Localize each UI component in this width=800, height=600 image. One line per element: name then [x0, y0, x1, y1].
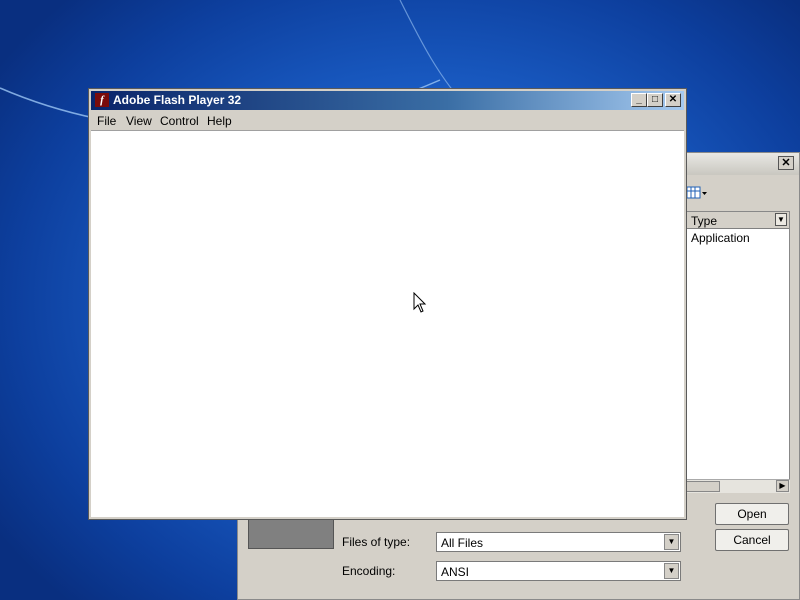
chevron-down-icon[interactable]: ▼: [664, 534, 679, 550]
flash-titlebar[interactable]: f Adobe Flash Player 32 _ □ ✕: [91, 91, 684, 110]
horizontal-scrollbar[interactable]: ▶: [686, 479, 790, 493]
chevron-down-icon[interactable]: ▼: [664, 563, 679, 579]
window-title: Adobe Flash Player 32: [113, 93, 242, 107]
chevron-down-icon[interactable]: ▼: [775, 213, 787, 226]
preview-area: [248, 519, 334, 549]
cancel-button[interactable]: Cancel: [715, 529, 789, 551]
menu-bar: File View Control Help: [91, 111, 684, 130]
file-list[interactable]: Type ▼ Application: [686, 211, 790, 493]
maximize-button[interactable]: □: [647, 93, 663, 107]
files-of-type-select[interactable]: All Files ▼: [436, 532, 681, 552]
dialog-close-button[interactable]: ✕: [778, 156, 794, 170]
views-menu-icon[interactable]: [686, 185, 708, 201]
menu-control[interactable]: Control: [160, 114, 199, 128]
flash-logo-icon: f: [95, 93, 109, 107]
files-of-type-value: All Files: [441, 536, 484, 550]
column-header-type[interactable]: Type ▼: [687, 212, 789, 229]
menu-help[interactable]: Help: [207, 114, 232, 128]
open-button[interactable]: Open: [715, 503, 789, 525]
column-header-label: Type: [691, 214, 718, 228]
minimize-button[interactable]: _: [631, 93, 647, 107]
list-item[interactable]: Application: [691, 231, 750, 245]
scrollbar-thumb[interactable]: [686, 481, 720, 492]
encoding-select[interactable]: ANSI ▼: [436, 561, 681, 581]
menu-view[interactable]: View: [126, 114, 152, 128]
close-button[interactable]: ✕: [665, 93, 681, 107]
scroll-right-icon[interactable]: ▶: [776, 480, 789, 492]
encoding-label: Encoding:: [342, 564, 396, 578]
flash-player-window: f Adobe Flash Player 32 _ □ ✕ File View …: [88, 88, 687, 520]
encoding-value: ANSI: [441, 565, 470, 579]
files-of-type-label: Files of type:: [342, 535, 411, 549]
flash-content-area[interactable]: [91, 130, 684, 517]
menu-file[interactable]: File: [97, 114, 116, 128]
mouse-cursor-icon: [413, 292, 427, 313]
